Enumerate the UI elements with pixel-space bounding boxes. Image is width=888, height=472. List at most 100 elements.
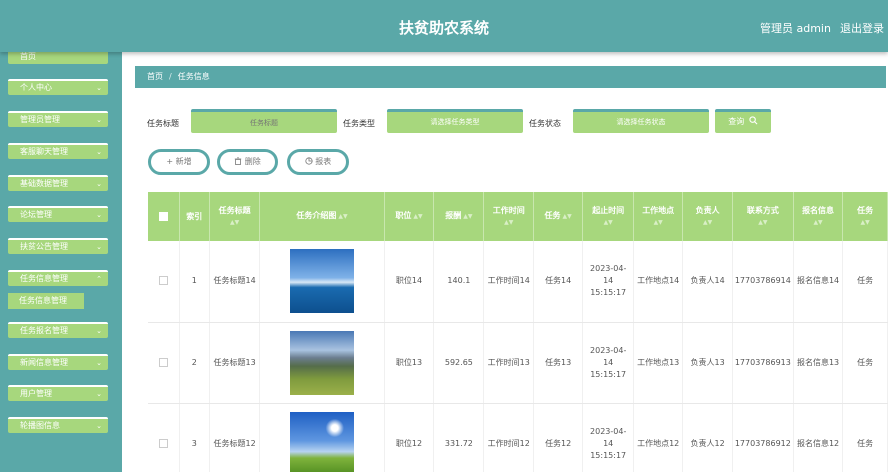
user-label: 管理员 admin [760,22,831,35]
cell-title: 任务标题12 [209,403,261,472]
sidebar-item-label: 论坛管理 [20,210,52,219]
sort-icon[interactable]: ▲▼ [735,217,791,229]
column-header[interactable]: 起止时间 ▲▼ [582,192,634,241]
chevron-down-icon: ⌄ [96,148,102,156]
sidebar-item-news[interactable]: 新闻信息管理 ⌄ [8,354,108,370]
row-checkbox[interactable] [158,438,168,448]
cell-image [259,322,385,404]
task-title-input[interactable] [191,109,337,133]
column-header-label: 任务 [857,205,874,215]
sort-icon[interactable]: ▲▼ [685,217,729,229]
row-select-cell[interactable] [148,322,180,404]
sidebar: 首页 个人中心 ⌄ 管理员管理 ⌄ 客服聊天管理 ⌄ 基础数据管理 ⌄ 论坛管理 ⌄ 扶贫… [0,48,122,472]
header-select-all[interactable] [148,192,180,241]
cell-period: 2023-04-14 15:15:17 [582,322,634,404]
task-status-select[interactable]: 请选择任务状态 [573,109,709,133]
column-header[interactable]: 工作地点 ▲▼ [633,192,684,241]
logout-link[interactable]: 退出登录 [840,20,884,36]
column-header-label: 工作地点 [642,205,675,215]
trash-icon [235,157,242,165]
column-header[interactable]: 负责人 ▲▼ [682,192,733,241]
sidebar-item-task-info[interactable]: 任务信息管理 ⌃ [8,270,108,286]
report-button[interactable]: 报表 [287,149,349,175]
sort-icon[interactable]: ▲▼ [845,217,885,229]
sidebar-item-profile[interactable]: 个人中心 ⌄ [8,79,108,95]
sidebar-item-carousel[interactable]: 轮播图信息 ⌄ [8,417,108,433]
select-all-checkbox[interactable] [158,211,168,221]
row-checkbox[interactable] [158,276,168,286]
sort-icon[interactable]: ▲▼ [636,217,680,229]
column-header[interactable]: 工作时间 ▲▼ [483,192,534,241]
chevron-down-icon: ⌄ [96,116,102,124]
sort-icon[interactable]: ▲▼ [585,217,631,229]
sort-icon[interactable]: ▲▼ [463,213,472,220]
chevron-down-icon: ⌄ [96,359,102,367]
row-select-cell[interactable] [148,241,180,323]
main-content: 首页 / 任务信息 任务标题 任务类型 请选择任务类型 任务状态 请选择任务状态 查… [122,52,888,472]
sidebar-item-forum[interactable]: 论坛管理 ⌄ [8,206,108,222]
row-select-cell[interactable] [148,403,180,472]
sort-icon[interactable]: ▲▼ [338,213,347,220]
column-header-label: 工作时间 [492,205,525,215]
task-type-label: 任务类型 [343,119,375,128]
cell-contact: 17703786914 [732,241,794,323]
sidebar-item-announcement[interactable]: 扶贫公告管理 ⌄ [8,238,108,254]
column-header[interactable]: 职位 ▲▼ [384,192,435,241]
cell-place: 工作地点13 [633,322,684,404]
task-type-select[interactable]: 请选择任务类型 [387,109,523,133]
sort-icon[interactable]: ▲▼ [212,217,257,229]
breadcrumb-separator: / [169,72,172,81]
add-button[interactable]: + 新增 [148,149,210,175]
query-button[interactable]: 查询 [715,109,771,133]
cell-pay: 592.65 [433,322,485,404]
sidebar-item-label: 基础数据管理 [20,179,68,188]
sort-icon[interactable]: ▲▼ [413,213,422,220]
delete-button[interactable]: 删除 [217,149,278,175]
pie-chart-icon [305,157,313,165]
column-header[interactable]: 任务介绍图 ▲▼ [259,192,385,241]
cell-worktime: 工作时间14 [483,241,534,323]
chevron-down-icon: ⌄ [96,327,102,335]
column-header[interactable]: 任务 ▲▼ [842,192,888,241]
sidebar-item-basic-data[interactable]: 基础数据管理 ⌄ [8,175,108,191]
sort-icon[interactable]: ▲▼ [796,217,840,229]
column-header[interactable]: 联系方式 ▲▼ [732,192,794,241]
sidebar-item-admin[interactable]: 管理员管理 ⌄ [8,111,108,127]
breadcrumb: 首页 / 任务信息 [135,66,886,88]
cell-index: 3 [179,403,210,472]
cell-task: 任务14 [533,241,584,323]
cell-task: 任务13 [533,322,584,404]
breadcrumb-current: 任务信息 [177,72,210,81]
sidebar-item-label: 新闻信息管理 [20,358,68,367]
column-header[interactable]: 任务 ▲▼ [533,192,584,241]
column-header[interactable]: 报酬 ▲▼ [433,192,485,241]
cell-index: 1 [179,241,210,323]
breadcrumb-home[interactable]: 首页 [147,72,163,81]
sort-icon[interactable]: ▲▼ [486,217,530,229]
task-table: 索引 任务标题 ▲▼ 任务介绍图 ▲▼ 职位 ▲▼ 报酬 ▲▼ 工作时间 ▲▼ 任务 ▲▼ … [148,192,888,472]
search-icon [749,116,758,125]
sidebar-item-label: 任务信息管理 [20,274,68,283]
column-header[interactable]: 任务标题 ▲▼ [209,192,261,241]
column-header[interactable]: 报名信息 ▲▼ [793,192,844,241]
column-header-label: 负责人 [695,205,720,215]
cell-title: 任务标题14 [209,241,261,323]
chevron-down-icon: ⌄ [96,180,102,188]
table-row[interactable]: 2 任务标题13 职位13 592.65 工作时间13 任务13 2023-04… [148,322,888,404]
sidebar-item-users[interactable]: 用户管理 ⌄ [8,385,108,401]
sidebar-item-label: 轮播图信息 [20,421,60,430]
cell-place: 工作地点12 [633,403,684,472]
sidebar-item-label: 个人中心 [20,83,52,92]
sidebar-subitem-task-info[interactable]: 任务信息管理 [8,293,84,309]
cell-place: 工作地点14 [633,241,684,323]
sort-icon[interactable]: ▲▼ [563,213,572,220]
row-checkbox[interactable] [158,357,168,367]
query-button-label: 查询 [728,117,745,126]
table-row[interactable]: 3 任务标题12 职位12 331.72 工作时间12 任务12 2023-04… [148,403,888,472]
sidebar-item-chat[interactable]: 客服聊天管理 ⌄ [8,143,108,159]
table-row[interactable]: 1 任务标题14 职位14 140.1 工作时间14 任务14 2023-04-… [148,241,888,323]
cell-image [259,403,385,472]
cell-owner: 负责人12 [682,403,733,472]
column-header-label: 索引 [186,211,203,221]
sidebar-item-task-signup[interactable]: 任务报名管理 ⌄ [8,322,108,338]
